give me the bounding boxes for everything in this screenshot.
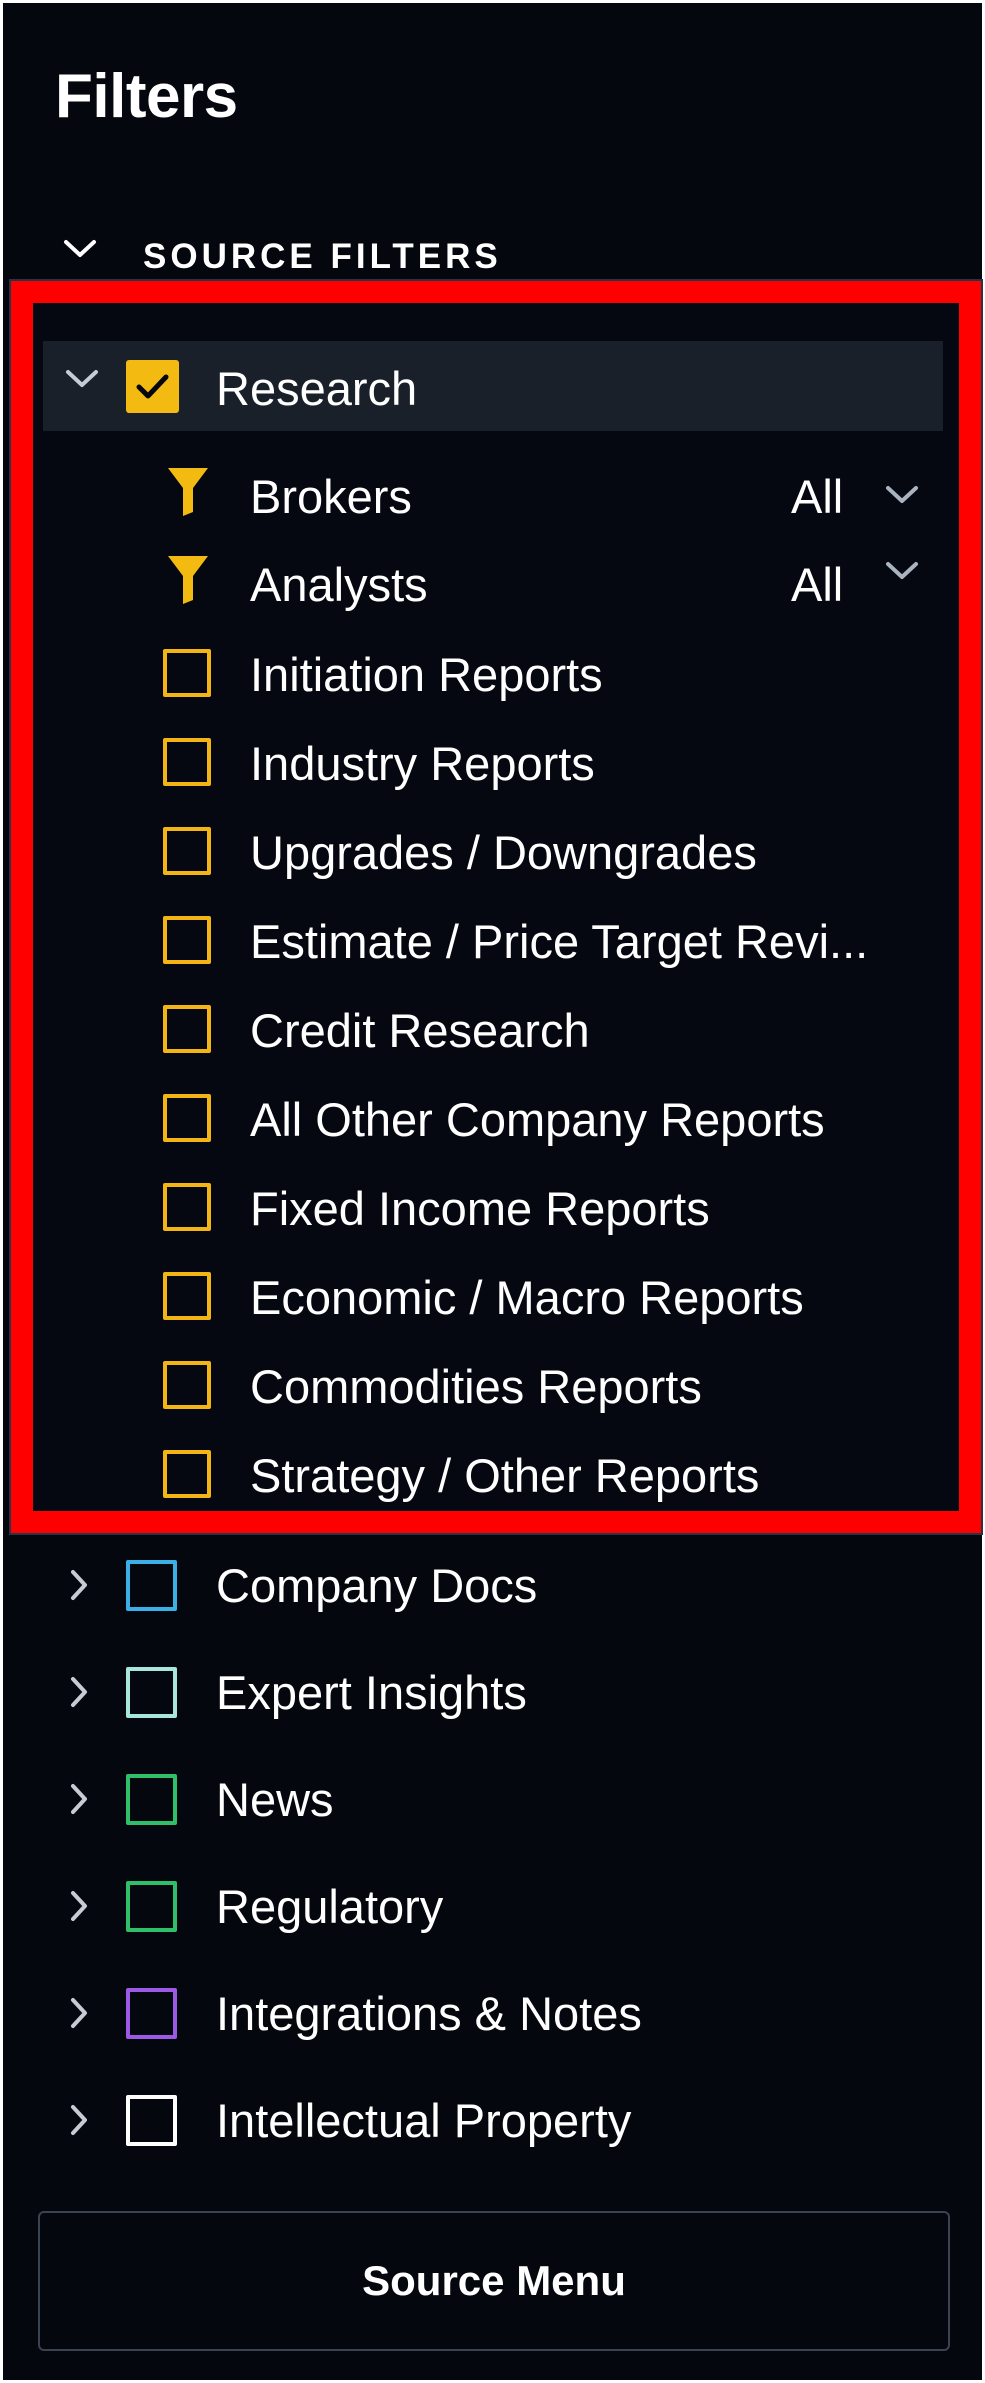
chevron-down-icon[interactable] (885, 485, 919, 505)
chevron-down-icon[interactable] (885, 561, 919, 581)
report-type-checkbox[interactable] (163, 1005, 211, 1053)
report-type-checkbox[interactable] (163, 1094, 211, 1142)
funnel-icon (168, 556, 208, 604)
checkmark-icon (136, 374, 169, 399)
report-type-checkbox[interactable] (163, 1183, 211, 1231)
report-type-label: Economic / Macro Reports (250, 1271, 804, 1324)
report-type-label: All Other Company Reports (250, 1093, 825, 1146)
category-label-intellectual-property: Intellectual Property (216, 2094, 632, 2147)
report-type-checkbox[interactable] (163, 827, 211, 875)
chevron-right-icon[interactable] (69, 2104, 89, 2136)
brokers-label: Brokers (250, 470, 412, 523)
category-label-regulatory: Regulatory (216, 1880, 444, 1933)
report-type-checkbox[interactable] (163, 1361, 211, 1409)
chevron-right-icon[interactable] (69, 1783, 89, 1815)
brokers-dropdown-value[interactable]: All (791, 469, 843, 524)
funnel-icon (168, 468, 208, 516)
analysts-dropdown-value[interactable]: All (791, 557, 843, 612)
chevron-down-icon[interactable] (63, 239, 97, 259)
report-type-label: Strategy / Other Reports (250, 1449, 760, 1502)
research-label: Research (216, 362, 418, 415)
research-checkbox[interactable] (126, 360, 179, 413)
section-header-source-filters[interactable]: SOURCE FILTERS (143, 237, 502, 277)
chevron-right-icon[interactable] (69, 1890, 89, 1922)
filters-panel: Filters SOURCE FILTERS Research Brokers … (0, 0, 985, 2383)
page-title: Filters (55, 62, 238, 131)
chevron-right-icon[interactable] (69, 1569, 89, 1601)
category-label-integrations-notes: Integrations & Notes (216, 1987, 642, 2040)
report-type-label: Credit Research (250, 1004, 590, 1057)
source-menu-button[interactable]: Source Menu (38, 2211, 950, 2351)
report-type-checkbox[interactable] (163, 738, 211, 786)
regulatory-checkbox[interactable] (126, 1881, 177, 1932)
category-label-news: News (216, 1773, 334, 1826)
report-type-checkbox[interactable] (163, 916, 211, 964)
category-label-expert-insights: Expert Insights (216, 1666, 527, 1719)
report-type-label: Upgrades / Downgrades (250, 826, 757, 879)
analysts-label: Analysts (250, 558, 428, 611)
report-type-checkbox[interactable] (163, 649, 211, 697)
report-type-label: Estimate / Price Target Revi... (250, 915, 869, 968)
expert-insights-checkbox[interactable] (126, 1667, 177, 1718)
report-type-label: Fixed Income Reports (250, 1182, 710, 1235)
intellectual-property-checkbox[interactable] (126, 2095, 177, 2146)
chevron-right-icon[interactable] (69, 1676, 89, 1708)
news-checkbox[interactable] (126, 1774, 177, 1825)
report-type-label: Commodities Reports (250, 1360, 702, 1413)
report-type-checkbox[interactable] (163, 1272, 211, 1320)
report-type-label: Initiation Reports (250, 648, 603, 701)
chevron-right-icon[interactable] (69, 1997, 89, 2029)
report-type-label: Industry Reports (250, 737, 595, 790)
chevron-down-icon[interactable] (65, 369, 99, 389)
category-label-company-docs: Company Docs (216, 1559, 538, 1612)
company-docs-checkbox[interactable] (126, 1560, 177, 1611)
integrations-notes-checkbox[interactable] (126, 1988, 177, 2039)
report-type-checkbox[interactable] (163, 1450, 211, 1498)
